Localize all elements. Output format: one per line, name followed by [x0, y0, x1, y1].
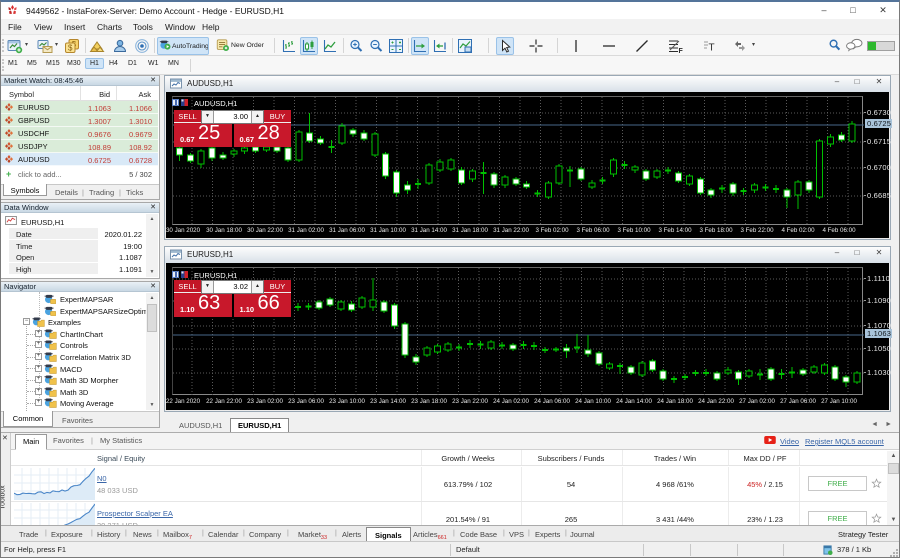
svg-text:F: F: [679, 48, 684, 54]
svg-text:T: T: [708, 43, 714, 54]
svg-text:$: $: [68, 44, 73, 53]
